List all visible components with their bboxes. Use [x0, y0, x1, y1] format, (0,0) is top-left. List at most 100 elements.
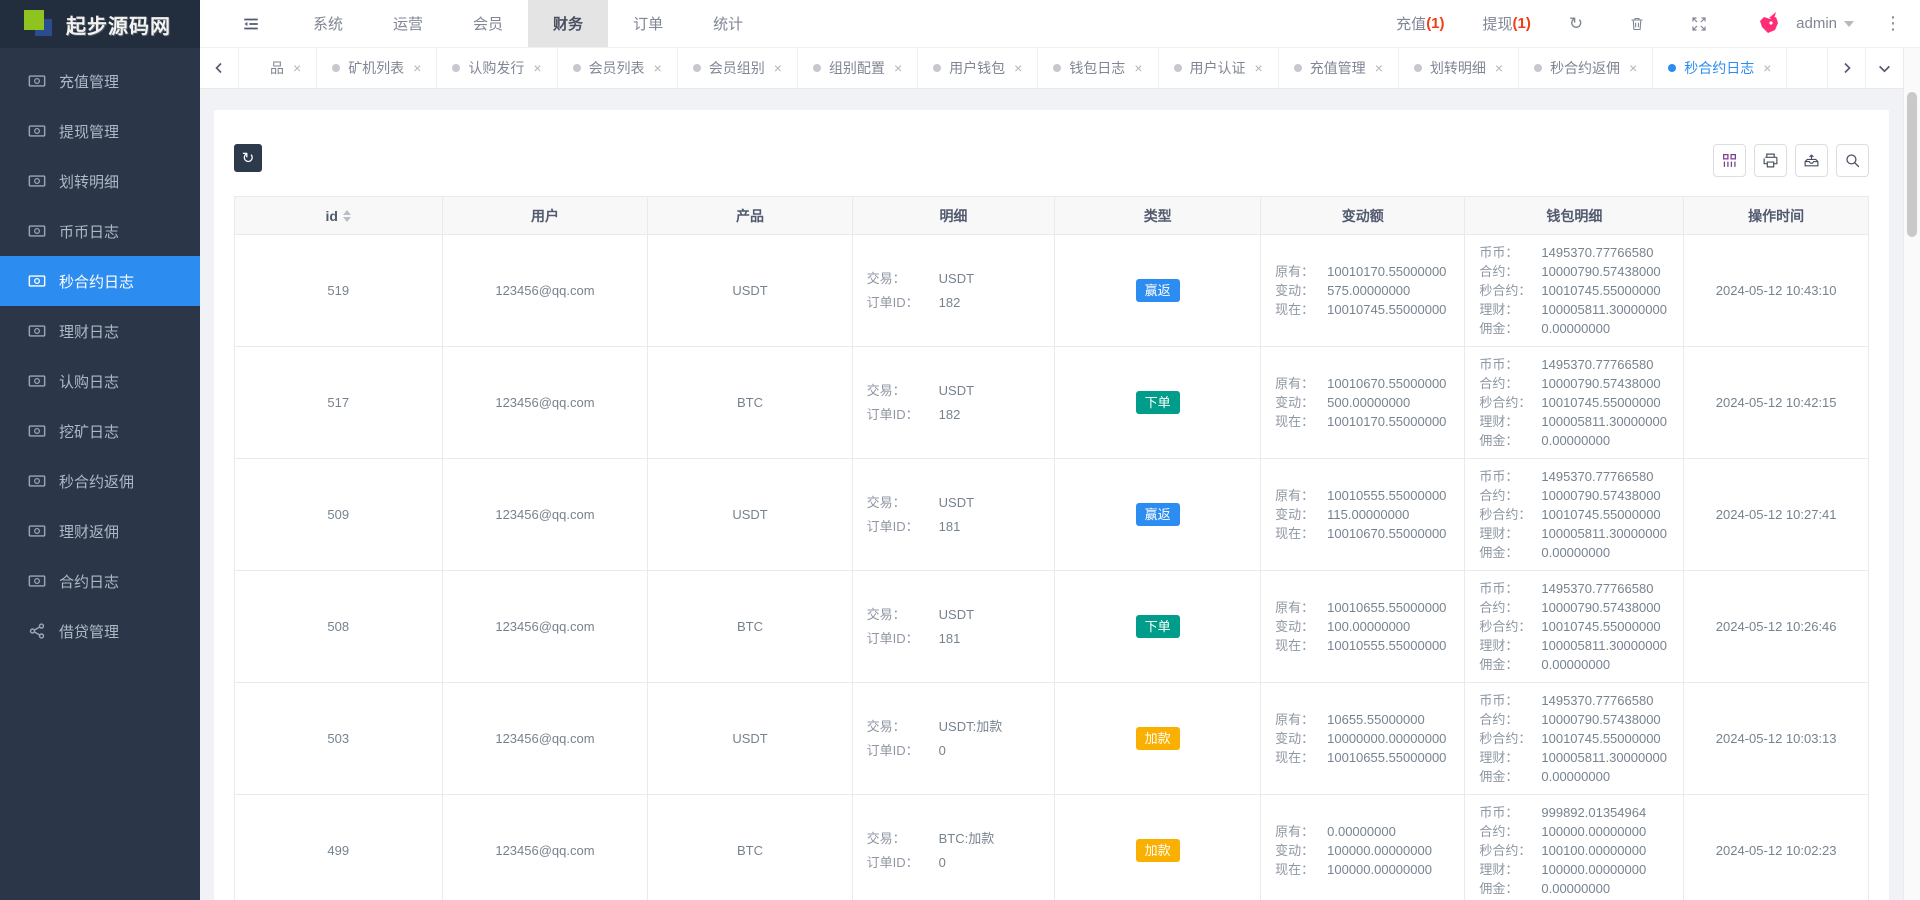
tab-会员组别[interactable]: 会员组别 × — [678, 48, 798, 88]
kv-value: 10010745.55000000 — [1541, 619, 1661, 634]
kv-line: 交易： USDT — [867, 379, 1055, 403]
topnav-item-会员[interactable]: 会员 — [448, 0, 528, 47]
unicorn-avatar[interactable] — [1753, 9, 1783, 39]
kv-label: 佣金： — [1479, 433, 1519, 448]
tab-品[interactable]: 品 × — [239, 48, 318, 88]
tab-组别配置[interactable]: 组别配置 × — [798, 48, 919, 88]
username[interactable]: admin — [1796, 15, 1837, 32]
brand-logo[interactable]: 起步源码网 — [0, 0, 200, 48]
kebab-menu-icon[interactable]: ⋮ — [1884, 13, 1902, 34]
banknote-icon — [28, 372, 46, 390]
kv-label: 变动： — [1275, 619, 1315, 634]
tab-秒合约日志[interactable]: 秒合约日志 × — [1653, 48, 1788, 88]
kv-line: 现在： 100000.00000000 — [1275, 860, 1464, 879]
close-icon[interactable]: × — [774, 60, 782, 76]
tab-会员列表[interactable]: 会员列表 × — [558, 48, 678, 88]
search-icon[interactable] — [1836, 144, 1869, 177]
sidebar-item-合约日志[interactable]: 合约日志 — [0, 556, 200, 606]
kv-value: 10010745.55000000 — [1541, 507, 1661, 522]
brand-title: 起步源码网 — [66, 15, 171, 38]
close-icon[interactable]: × — [413, 60, 421, 76]
close-icon[interactable]: × — [1629, 60, 1637, 76]
cell-product: USDT — [647, 234, 853, 347]
topnav-item-订单[interactable]: 订单 — [608, 0, 688, 47]
sidebar-item-认购日志[interactable]: 认购日志 — [0, 356, 200, 406]
fullscreen-icon[interactable] — [1691, 16, 1707, 32]
kv-value: 100005811.30000000 — [1541, 526, 1667, 541]
refresh-icon[interactable]: ↻ — [1569, 15, 1583, 32]
cell-change: 原有： 10010670.55000000 变动： 500.00000000 现在：… — [1260, 346, 1466, 459]
topnav-item-统计[interactable]: 统计 — [688, 0, 768, 47]
scrollbar-thumb[interactable] — [1907, 92, 1917, 237]
close-icon[interactable]: × — [1375, 60, 1383, 76]
sidebar-item-充值管理[interactable]: 充值管理 — [0, 56, 200, 106]
close-icon[interactable]: × — [894, 60, 902, 76]
recharge-link[interactable]: 充值 (1) — [1396, 13, 1444, 34]
tab-钱包日志[interactable]: 钱包日志 × — [1038, 48, 1159, 88]
sidebar-item-币币日志[interactable]: 币币日志 — [0, 206, 200, 256]
sidebar-item-提现管理[interactable]: 提现管理 — [0, 106, 200, 156]
sidebar-item-理财日志[interactable]: 理财日志 — [0, 306, 200, 356]
kv-label: 秒合约： — [1479, 731, 1532, 746]
tab-矿机列表[interactable]: 矿机列表 × — [317, 48, 438, 88]
tab-用户钱包[interactable]: 用户钱包 × — [918, 48, 1039, 88]
kv-label: 原有： — [1275, 712, 1315, 727]
sidebar-item-借贷管理[interactable]: 借贷管理 — [0, 606, 200, 656]
withdraw-link[interactable]: 提现 (1) — [1483, 13, 1531, 34]
trash-icon[interactable] — [1629, 16, 1645, 32]
topnav-item-label: 运营 — [393, 16, 424, 33]
sidebar-item-挖矿日志[interactable]: 挖矿日志 — [0, 406, 200, 456]
kv-value: 1495370.77766580 — [1541, 357, 1654, 372]
kv-label: 合约： — [1479, 712, 1519, 727]
kv-label: 币币： — [1479, 805, 1519, 820]
tab-认购发行[interactable]: 认购发行 × — [437, 48, 558, 88]
topnav-item-系统[interactable]: 系统 — [288, 0, 368, 47]
sidebar-item-理财返佣[interactable]: 理财返佣 — [0, 506, 200, 556]
close-icon[interactable]: × — [293, 60, 301, 76]
kv-value: BTC:加款 — [938, 830, 995, 846]
kv-label: 币币： — [1479, 469, 1519, 484]
cell-change: 原有： 10655.55000000 变动： 10000000.00000000 现… — [1260, 682, 1466, 795]
kv-label: 订单ID： — [866, 854, 919, 870]
kv-value: 1495370.77766580 — [1541, 245, 1654, 260]
close-icon[interactable]: × — [1014, 60, 1022, 76]
close-icon[interactable]: × — [1763, 60, 1771, 76]
kv-line: 订单ID： 181 — [867, 515, 1055, 539]
sidebar-item-秒合约日志[interactable]: 秒合约日志 — [0, 256, 200, 306]
kv-value: 100005811.30000000 — [1541, 302, 1667, 317]
kv-line: 理财： 100005811.30000000 — [1479, 748, 1683, 767]
page-scrollbar[interactable] — [1903, 48, 1920, 900]
close-icon[interactable]: × — [1495, 60, 1503, 76]
topnav-item-财务[interactable]: 财务 — [528, 0, 609, 47]
menu-fold-icon[interactable] — [242, 15, 260, 33]
banknote-icon — [28, 72, 46, 90]
tabs-scroll-left-button[interactable] — [200, 48, 238, 88]
column-header-id[interactable]: id — [234, 196, 443, 235]
kv-label: 变动： — [1275, 843, 1315, 858]
kv-label: 现在： — [1275, 302, 1315, 317]
close-icon[interactable]: × — [1255, 60, 1263, 76]
tab-划转明细[interactable]: 划转明细 × — [1399, 48, 1520, 88]
tab-status-dot-icon — [812, 64, 821, 72]
sidebar-item-划转明细[interactable]: 划转明细 — [0, 156, 200, 206]
tab-label: 会员组别 — [708, 60, 765, 76]
tab-充值管理[interactable]: 充值管理 × — [1279, 48, 1399, 88]
close-icon[interactable]: × — [533, 60, 541, 76]
kv-value: 10010745.55000000 — [1541, 731, 1661, 746]
print-icon[interactable] — [1754, 144, 1787, 177]
tab-用户认证[interactable]: 用户认证 × — [1159, 48, 1279, 88]
columns-icon[interactable] — [1713, 144, 1746, 177]
sort-icon[interactable] — [342, 209, 351, 222]
kv-value: USDT — [938, 494, 975, 510]
topnav-item-运营[interactable]: 运营 — [368, 0, 448, 47]
close-icon[interactable]: × — [1134, 60, 1142, 76]
close-icon[interactable]: × — [654, 60, 662, 76]
tabs-scroll-right-button[interactable] — [1827, 48, 1865, 88]
tab-label: 用户钱包 — [949, 60, 1006, 76]
topnav-item-label: 订单 — [633, 16, 664, 33]
table-refresh-button[interactable]: ↻ — [234, 144, 262, 172]
tabs-menu-button[interactable] — [1865, 48, 1903, 88]
tab-秒合约返佣[interactable]: 秒合约返佣 × — [1519, 48, 1654, 88]
export-icon[interactable] — [1795, 144, 1828, 177]
sidebar-item-秒合约返佣[interactable]: 秒合约返佣 — [0, 456, 200, 506]
